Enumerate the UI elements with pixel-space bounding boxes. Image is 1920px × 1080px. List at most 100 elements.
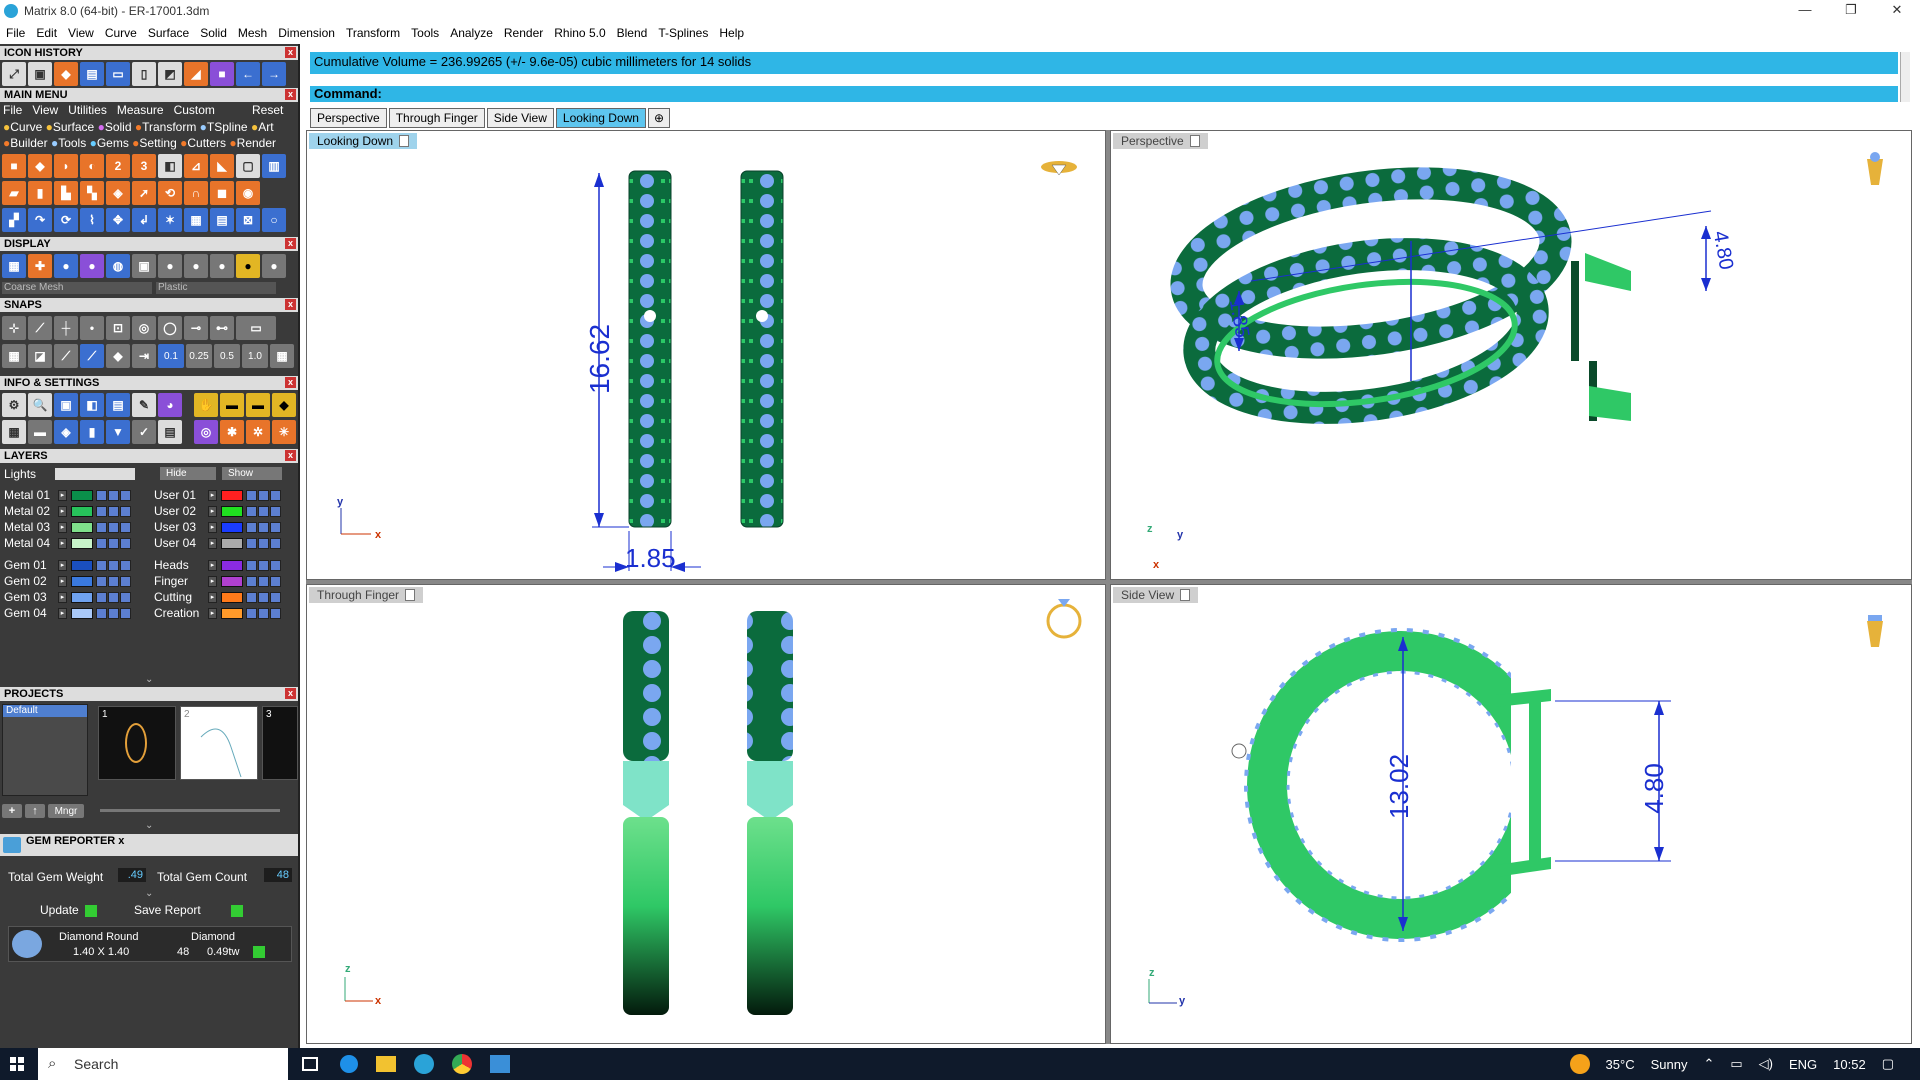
expand-arrow-icon[interactable]: ▸	[58, 521, 67, 533]
visibility-icon[interactable]	[258, 521, 269, 533]
snap-icon[interactable]: ⟋	[28, 316, 52, 340]
zoom-icon[interactable]: 🔍	[28, 393, 52, 417]
expand-arrow-icon[interactable]: ▸	[208, 559, 217, 571]
lock-icon[interactable]	[96, 607, 107, 619]
tool-icon[interactable]: 2	[106, 154, 130, 178]
snap-value-0-1[interactable]: 0.1	[158, 344, 184, 368]
update-button[interactable]: Update	[40, 903, 112, 919]
submenu-transform[interactable]: Transform	[142, 120, 196, 134]
select-icon[interactable]	[120, 559, 131, 571]
visibility-icon[interactable]	[108, 489, 119, 501]
main-menu-custom[interactable]: Custom	[174, 103, 215, 117]
visibility-icon[interactable]	[108, 607, 119, 619]
weather-temp[interactable]: 35°C	[1606, 1057, 1635, 1072]
tool-icon[interactable]: ◆	[54, 62, 78, 86]
main-menu-measure[interactable]: Measure	[117, 103, 164, 117]
visibility-icon[interactable]	[108, 559, 119, 571]
select-icon[interactable]	[270, 505, 281, 517]
select-icon[interactable]	[120, 607, 131, 619]
tool-icon[interactable]: ▣	[28, 62, 52, 86]
menu-surface[interactable]: Surface	[148, 26, 189, 40]
viewport-looking-down[interactable]: Looking Down 16.62 1.85 y x	[306, 130, 1106, 580]
layer-color-swatch[interactable]	[71, 591, 93, 603]
tool-icon[interactable]: ◢	[184, 62, 208, 86]
command-prompt[interactable]: Command:	[310, 86, 1898, 102]
layer-color-swatch[interactable]	[71, 575, 93, 587]
tool-icon[interactable]: ▣	[132, 254, 156, 278]
taskbar-search[interactable]: ⌕ Search	[38, 1048, 288, 1080]
tool-icon[interactable]: ✓	[132, 420, 156, 444]
tool-icon[interactable]: ↷	[28, 208, 52, 232]
tool-icon[interactable]: ✶	[158, 208, 182, 232]
tool-icon[interactable]: ▬	[28, 420, 52, 444]
submenu-gems[interactable]: Gems	[97, 136, 129, 150]
main-menu-utilities[interactable]: Utilities	[68, 103, 107, 117]
tool-icon[interactable]: ▤	[106, 393, 130, 417]
visibility-icon[interactable]	[108, 537, 119, 549]
expand-arrow-icon[interactable]: ▸	[208, 537, 217, 549]
snap-icon[interactable]: ◪	[28, 344, 52, 368]
snap-icon[interactable]: ┼	[54, 316, 78, 340]
tool-icon[interactable]: ◆	[272, 393, 296, 417]
main-menu-view[interactable]: View	[32, 103, 58, 117]
submenu-solid[interactable]: Solid	[105, 120, 132, 134]
expand-arrow-icon[interactable]: ▸	[58, 537, 67, 549]
tool-icon[interactable]: ▤	[210, 208, 234, 232]
command-scrollbar[interactable]	[1900, 52, 1910, 102]
menu-dimension[interactable]: Dimension	[278, 26, 335, 40]
project-list[interactable]: Default	[2, 704, 88, 796]
menu-tools[interactable]: Tools	[411, 26, 439, 40]
expand-arrow-icon[interactable]: ▸	[208, 591, 217, 603]
collapse-chevron-icon[interactable]: ⌄	[145, 674, 153, 685]
layer-row[interactable]: Gem 01 ▸	[4, 558, 131, 572]
edge-browser-icon[interactable]	[340, 1055, 358, 1073]
select-icon[interactable]	[270, 521, 281, 533]
expand-arrow-icon[interactable]: ▸	[58, 607, 67, 619]
layer-color-swatch[interactable]	[71, 521, 93, 533]
menu-mesh[interactable]: Mesh	[238, 26, 267, 40]
select-icon[interactable]	[270, 559, 281, 571]
lock-icon[interactable]	[96, 489, 107, 501]
layer-row[interactable]: User 01 ▸	[154, 488, 281, 502]
layer-row[interactable]: Cutting ▸	[154, 590, 281, 604]
volume-icon[interactable]: ◁)	[1759, 1056, 1773, 1072]
add-tab-icon[interactable]: ⊕	[647, 108, 670, 128]
close-icon[interactable]: x	[285, 299, 296, 310]
open-folder-icon[interactable]: ▭	[106, 62, 130, 86]
back-arrow-icon[interactable]: ←	[236, 62, 260, 86]
gem-table-row[interactable]: Diamond Round Diamond 1.40 X 1.40 48 0.4…	[8, 926, 292, 962]
up-arrow-icon[interactable]: ↑	[25, 804, 45, 818]
expand-arrow-icon[interactable]: ▸	[58, 591, 67, 603]
tool-icon[interactable]: ▬	[220, 393, 244, 417]
show-button[interactable]: Show	[222, 467, 282, 480]
tool-icon[interactable]: ◣	[210, 154, 234, 178]
funnel-icon[interactable]: ▼	[106, 420, 130, 444]
layer-color-swatch[interactable]	[221, 489, 243, 501]
layer-color-swatch[interactable]	[221, 505, 243, 517]
submenu-art[interactable]: Art	[258, 120, 273, 134]
select-icon[interactable]	[120, 505, 131, 517]
close-icon[interactable]: x	[285, 238, 296, 249]
layer-row[interactable]: Heads ▸	[154, 558, 281, 572]
tool-icon[interactable]: ✲	[246, 420, 270, 444]
lock-icon[interactable]	[96, 591, 107, 603]
select-icon[interactable]	[120, 591, 131, 603]
menu-help[interactable]: Help	[719, 26, 744, 40]
tool-icon[interactable]: ◼	[210, 181, 234, 205]
snap-icon[interactable]: ⊹	[2, 316, 26, 340]
tool-icon[interactable]: ⊿	[184, 154, 208, 178]
viewport-perspective[interactable]: Perspective 4.80 1.85 z y x	[1110, 130, 1912, 580]
tool-icon[interactable]: ✋	[194, 393, 218, 417]
tool-icon[interactable]: ✱	[220, 420, 244, 444]
tool-icon[interactable]: ▚	[80, 181, 104, 205]
snap-icon[interactable]: ⊸	[184, 316, 208, 340]
lock-icon[interactable]	[96, 505, 107, 517]
layer-row[interactable]: User 02 ▸	[154, 504, 281, 518]
layer-row[interactable]: User 03 ▸	[154, 520, 281, 534]
network-icon[interactable]: ▭	[1730, 1056, 1742, 1072]
tool-icon[interactable]: ◈	[54, 420, 78, 444]
tab-side-view[interactable]: Side View	[486, 108, 554, 128]
main-menu-file[interactable]: File	[3, 103, 22, 117]
tool-icon[interactable]: ⟳	[54, 208, 78, 232]
new-file-icon[interactable]: ▯	[132, 62, 156, 86]
